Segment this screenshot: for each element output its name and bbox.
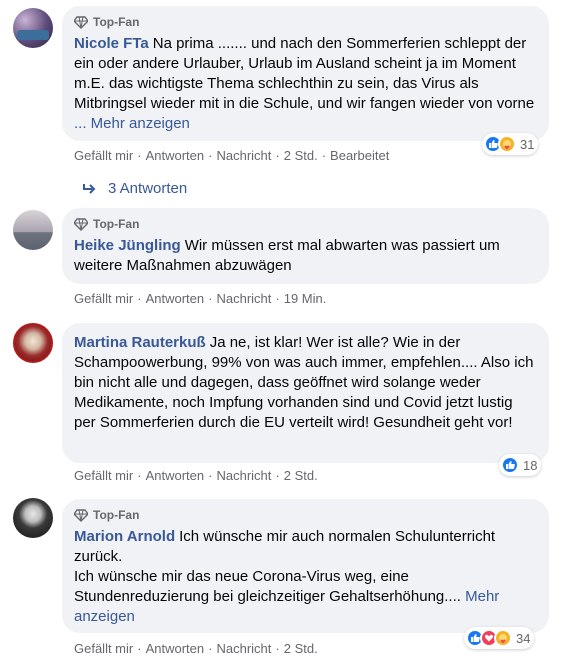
- separator: ·: [137, 468, 142, 483]
- diamond-icon: [74, 16, 88, 29]
- message-button[interactable]: Nachricht: [216, 148, 271, 163]
- separator: ·: [208, 148, 213, 163]
- reaction-count: 34: [516, 630, 531, 646]
- reply-arrow-icon: [83, 183, 96, 194]
- reaction-summary[interactable]: 34: [464, 627, 535, 649]
- message-button[interactable]: Nachricht: [216, 291, 271, 306]
- see-more-link[interactable]: ... Mehr anzeigen: [74, 115, 190, 132]
- comment-bubble: Top-Fan Marion Arnold Ich wünsche mir auc…: [62, 499, 549, 633]
- top-fan-badge: Top-Fan: [74, 14, 537, 30]
- author-name[interactable]: Martina Rauterkuß: [74, 334, 206, 351]
- comment-bubble: Top-Fan Heike Jüngling Wir müssen erst ma…: [62, 208, 549, 284]
- reply-button[interactable]: Antworten: [146, 148, 205, 163]
- comment-actions: Gefällt mir · Antworten · Nachricht · 19…: [74, 291, 326, 306]
- comment-body-line2: Ich wünsche mir das neue Corona-Virus we…: [74, 568, 461, 605]
- care-icon: [498, 135, 516, 153]
- badge-label: Top-Fan: [93, 15, 140, 29]
- separator: ·: [208, 291, 213, 306]
- top-fan-badge: Top-Fan: [74, 507, 537, 523]
- avatar[interactable]: [13, 498, 53, 538]
- comment-actions: Gefällt mir · Antworten · Nachricht · 2 …: [74, 468, 318, 483]
- like-button[interactable]: Gefällt mir: [74, 148, 133, 163]
- separator: ·: [137, 641, 142, 656]
- reaction-count: 18: [523, 457, 538, 473]
- separator: ·: [321, 148, 327, 163]
- timestamp[interactable]: 2 Std.: [284, 468, 318, 483]
- author-name[interactable]: Nicole FTa: [74, 35, 149, 52]
- comment-bubble: Martina Rauterkuß Ja ne, ist klar! Wer is…: [62, 323, 549, 463]
- reply-button[interactable]: Antworten: [146, 291, 205, 306]
- separator: ·: [275, 641, 280, 656]
- separator: ·: [137, 148, 142, 163]
- timestamp[interactable]: 2 Std.: [284, 148, 318, 163]
- diamond-icon: [74, 218, 88, 231]
- like-button[interactable]: Gefällt mir: [74, 468, 133, 483]
- avatar[interactable]: [13, 210, 53, 250]
- top-fan-badge: Top-Fan: [74, 216, 537, 232]
- comment-text: Marion Arnold Ich wünsche mir auch normal…: [74, 527, 537, 627]
- author-name[interactable]: Marion Arnold: [74, 528, 175, 545]
- care-icon: [494, 629, 512, 647]
- comment-actions: Gefällt mir · Antworten · Nachricht · 2 …: [74, 641, 318, 656]
- reply-button[interactable]: Antworten: [146, 641, 205, 656]
- separator: ·: [208, 641, 213, 656]
- replies-label[interactable]: 3 Antworten: [108, 180, 187, 197]
- comment-bubble: Top-Fan Nicole FTa Na prima ....... und n…: [62, 6, 549, 141]
- comment-actions: Gefällt mir · Antworten · Nachricht · 2 …: [74, 148, 389, 163]
- avatar[interactable]: [13, 8, 53, 48]
- separator: ·: [208, 468, 213, 483]
- edited-label: Bearbeitet: [330, 148, 390, 163]
- comment-text: Heike Jüngling Wir müssen erst mal abwart…: [74, 236, 537, 276]
- message-button[interactable]: Nachricht: [216, 641, 271, 656]
- avatar[interactable]: [13, 323, 53, 363]
- badge-label: Top-Fan: [93, 217, 140, 231]
- diamond-icon: [74, 509, 88, 522]
- reaction-summary[interactable]: 18: [499, 454, 542, 476]
- badge-label: Top-Fan: [93, 508, 140, 522]
- timestamp[interactable]: 19 Min.: [284, 291, 327, 306]
- reaction-summary[interactable]: 31: [482, 133, 539, 155]
- like-button[interactable]: Gefällt mir: [74, 641, 133, 656]
- reply-button[interactable]: Antworten: [146, 468, 205, 483]
- separator: ·: [275, 291, 280, 306]
- comment-text: Martina Rauterkuß Ja ne, ist klar! Wer is…: [74, 333, 537, 433]
- separator: ·: [275, 148, 280, 163]
- author-name[interactable]: Heike Jüngling: [74, 237, 181, 254]
- separator: ·: [137, 291, 142, 306]
- like-icon: [501, 456, 519, 474]
- comment-text: Nicole FTa Na prima ....... und nach den …: [74, 34, 537, 134]
- view-replies-link[interactable]: 3 Antworten: [82, 180, 187, 197]
- like-button[interactable]: Gefällt mir: [74, 291, 133, 306]
- separator: ·: [275, 468, 280, 483]
- reaction-count: 31: [520, 136, 535, 152]
- message-button[interactable]: Nachricht: [216, 468, 271, 483]
- timestamp[interactable]: 2 Std.: [284, 641, 318, 656]
